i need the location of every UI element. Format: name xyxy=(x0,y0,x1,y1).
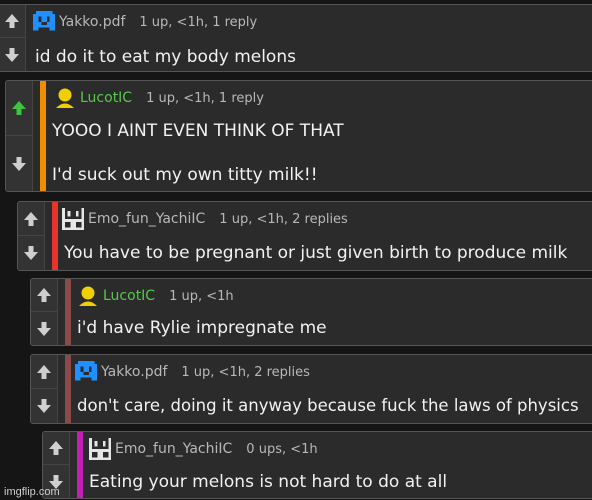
upvote-button[interactable] xyxy=(43,432,69,465)
comment-6: Emo_fun_YachiIC 0 ups, <1h Eating your me… xyxy=(42,431,592,499)
comment-meta: 1 up, <1h, 1 reply xyxy=(146,90,264,106)
comment-meta: 1 up, <1h xyxy=(169,288,234,304)
white-pixel-avatar-icon[interactable] xyxy=(62,208,84,230)
arrow-up-icon xyxy=(12,101,26,115)
blue-pixel-avatar-icon[interactable] xyxy=(75,361,97,383)
comment-3: Emo_fun_YachiIC 1 up, <1h, 2 replies You … xyxy=(17,201,592,271)
arrow-up-icon xyxy=(24,211,38,226)
comment-text: i'd have Rylie impregnate me xyxy=(77,318,327,338)
comment-text: You have to be pregnant or just given bi… xyxy=(64,243,568,263)
username-link[interactable]: Emo_fun_YachiIC xyxy=(88,211,205,227)
comment-text: I'd suck out my own titty milk!! xyxy=(52,165,318,185)
downvote-button[interactable] xyxy=(0,38,25,71)
username-link[interactable]: LucotIC xyxy=(80,90,132,106)
yellow-person-avatar-icon[interactable] xyxy=(54,87,76,109)
arrow-up-icon xyxy=(5,14,19,28)
upvote-button[interactable] xyxy=(31,279,57,312)
comment-text: id do it to eat my body melons xyxy=(35,47,296,67)
vote-controls xyxy=(0,5,26,71)
username-link[interactable]: Yakko.pdf xyxy=(101,364,167,380)
comment-1: Yakko.pdf 1 up, <1h, 1 reply id do it to … xyxy=(0,4,592,72)
downvote-button[interactable] xyxy=(31,389,57,423)
white-pixel-avatar-icon[interactable] xyxy=(89,438,111,460)
downvote-button[interactable] xyxy=(31,312,57,345)
thread-bar xyxy=(77,432,83,498)
arrow-up-icon xyxy=(49,441,63,455)
comment-meta: 0 ups, <1h xyxy=(246,441,318,457)
username-link[interactable]: Emo_fun_YachiIC xyxy=(115,441,232,457)
upvote-button[interactable] xyxy=(0,5,25,38)
imgflip-watermark: imgflip.com xyxy=(4,486,60,498)
comment-meta: 1 up, <1h, 2 replies xyxy=(219,211,348,227)
downvote-button[interactable] xyxy=(18,236,44,270)
thread-bar xyxy=(40,81,46,191)
arrow-down-icon xyxy=(37,399,51,413)
arrow-up-icon xyxy=(37,288,51,302)
comment-text: YOOO I AINT EVEN THINK OF THAT xyxy=(52,121,344,141)
thread-bar xyxy=(65,355,71,423)
comment-4: LucotIC 1 up, <1h i'd have Rylie impregna… xyxy=(30,278,592,346)
vote-controls xyxy=(6,81,33,191)
arrow-down-icon xyxy=(37,321,51,336)
comment-meta: 1 up, <1h, 1 reply xyxy=(139,14,258,30)
downvote-button[interactable] xyxy=(6,136,32,191)
upvote-button[interactable] xyxy=(31,355,57,389)
thread-bar xyxy=(52,202,58,270)
yellow-person-avatar-icon[interactable] xyxy=(77,285,99,307)
arrow-down-icon xyxy=(24,246,38,260)
username-link[interactable]: LucotIC xyxy=(103,288,155,304)
comment-5: Yakko.pdf 1 up, <1h, 2 replies don't care… xyxy=(30,354,592,424)
vote-controls xyxy=(18,202,45,270)
arrow-up-icon xyxy=(37,364,51,379)
blue-pixel-avatar-icon[interactable] xyxy=(33,11,55,33)
thread-bar xyxy=(65,279,71,345)
vote-controls xyxy=(31,279,58,345)
comment-2: LucotIC 1 up, <1h, 1 reply YOOO I AINT EV… xyxy=(5,80,592,192)
vote-controls xyxy=(31,355,58,423)
username-link[interactable]: Yakko.pdf xyxy=(59,14,125,30)
comment-meta: 1 up, <1h, 2 replies xyxy=(181,364,310,380)
arrow-down-icon xyxy=(12,156,26,171)
upvote-button[interactable] xyxy=(6,81,32,136)
comment-text: don't care, doing it anyway because fuck… xyxy=(77,396,579,415)
upvote-button[interactable] xyxy=(18,202,44,236)
arrow-down-icon xyxy=(5,47,19,62)
comment-text: Eating your melons is not hard to do at … xyxy=(89,472,448,492)
